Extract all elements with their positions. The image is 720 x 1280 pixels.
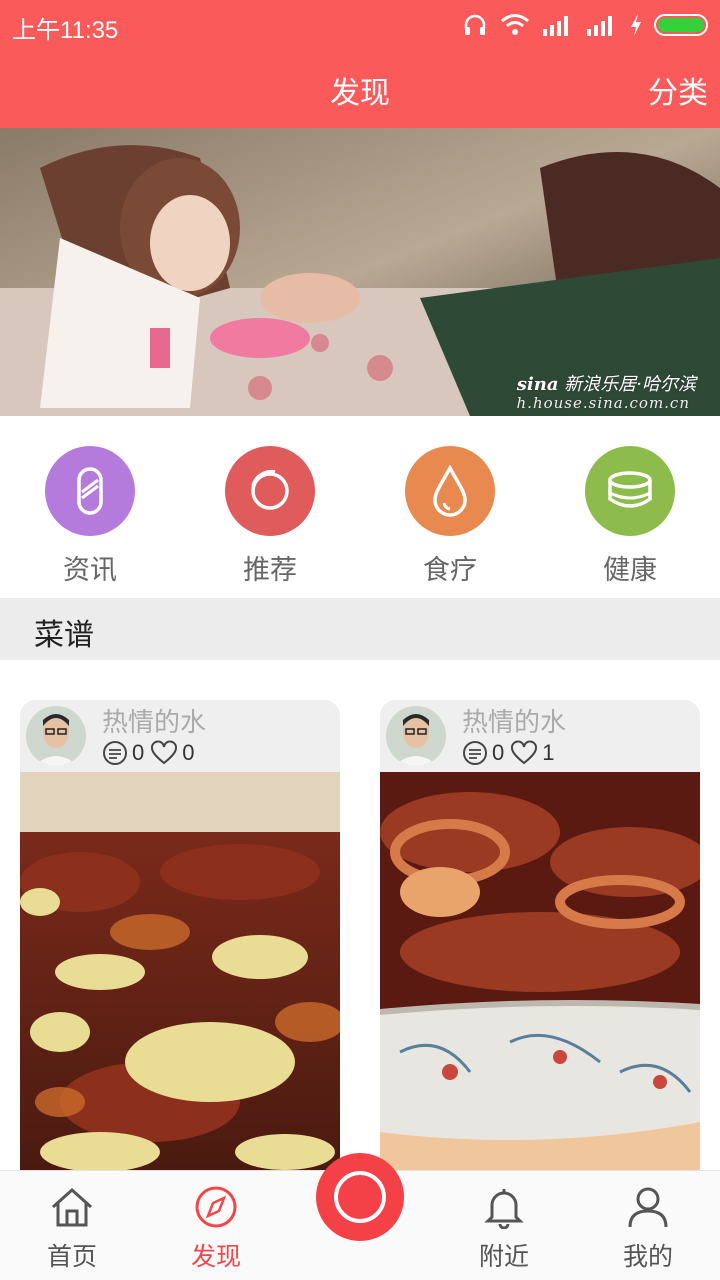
user-icon: [628, 1187, 668, 1228]
card-header: 热情的水 0 1: [380, 700, 700, 772]
nav-discover[interactable]: 发现: [156, 1185, 276, 1273]
avatar[interactable]: [26, 706, 86, 766]
comment-icon[interactable]: [462, 740, 488, 766]
compass-icon: [195, 1186, 237, 1228]
category-label: 资讯: [63, 555, 117, 586]
watermark-text: 新浪乐居·哈尔滨: [564, 374, 696, 395]
bowl-icon: [585, 446, 675, 536]
nav-label: 我的: [622, 1242, 673, 1271]
comment-count: 0: [132, 740, 145, 765]
recipe-card[interactable]: 热情的水 0 0: [20, 700, 340, 1170]
card-stats: 0 1: [462, 740, 561, 766]
signal-icon: [587, 16, 612, 36]
home-icon: [51, 1187, 93, 1227]
card-header: 热情的水 0 0: [20, 700, 340, 772]
battery-icon: [654, 14, 708, 36]
category-diet[interactable]: 食疗: [360, 446, 540, 587]
bell-icon: [484, 1189, 524, 1230]
status-time: 上午11:35: [12, 17, 119, 44]
nav-profile[interactable]: 我的: [588, 1185, 708, 1273]
category-grid: 资讯 推荐 食疗 健康: [0, 416, 720, 598]
wifi-icon: [501, 14, 529, 35]
publish-button[interactable]: [316, 1153, 404, 1241]
category-label: 推荐: [243, 555, 297, 586]
banner-image[interactable]: sina 新浪乐居·哈尔滨 h.house.sina.com.cn: [0, 128, 720, 416]
banner-watermark: sina 新浪乐居·哈尔滨: [517, 370, 696, 396]
nav-home[interactable]: 首页: [12, 1185, 132, 1273]
category-recommend[interactable]: 推荐: [180, 446, 360, 587]
signal-icon: [543, 16, 568, 36]
top-bar: 上午11:35 发现 分类: [0, 0, 720, 128]
page-title: 发现: [330, 76, 390, 111]
card-username[interactable]: 热情的水: [102, 702, 206, 739]
headphones-icon: [464, 14, 486, 35]
card-username[interactable]: 热情的水: [462, 702, 566, 739]
category-label: 食疗: [423, 555, 477, 586]
nav-label: 附近: [478, 1242, 529, 1271]
category-health[interactable]: 健康: [540, 446, 720, 587]
recipe-card[interactable]: 热情的水 0 1: [380, 700, 700, 1170]
section-header: 菜谱: [0, 598, 720, 660]
recipe-image[interactable]: [380, 772, 700, 1170]
droplet-icon: [405, 446, 495, 536]
ring-icon: [225, 446, 315, 536]
recipe-image[interactable]: [20, 772, 340, 1170]
status-bar: 上午11:35: [0, 0, 720, 50]
category-button[interactable]: 分类: [648, 68, 708, 112]
section-title: 菜谱: [34, 618, 94, 653]
like-count: 1: [542, 740, 555, 765]
comment-icon[interactable]: [102, 740, 128, 766]
heart-icon[interactable]: [510, 740, 538, 766]
comment-count: 0: [492, 740, 505, 765]
like-count: 0: [182, 740, 195, 765]
category-label: 健康: [603, 555, 657, 586]
nav-label: 首页: [46, 1242, 97, 1271]
avatar[interactable]: [386, 706, 446, 766]
category-news[interactable]: 资讯: [0, 446, 180, 587]
card-stats: 0 0: [102, 740, 201, 766]
record-icon: [334, 1171, 386, 1223]
capsule-icon: [45, 446, 135, 536]
status-icons: [462, 10, 708, 40]
watermark-brand: sina: [516, 374, 559, 395]
banner-url: h.house.sina.com.cn: [516, 394, 690, 412]
heart-icon[interactable]: [150, 740, 178, 766]
nav-nearby[interactable]: 附近: [444, 1185, 564, 1273]
charging-icon: [631, 14, 641, 36]
nav-label: 发现: [190, 1242, 241, 1271]
bottom-navigation: 首页 发现 附近 我的: [0, 1153, 720, 1280]
